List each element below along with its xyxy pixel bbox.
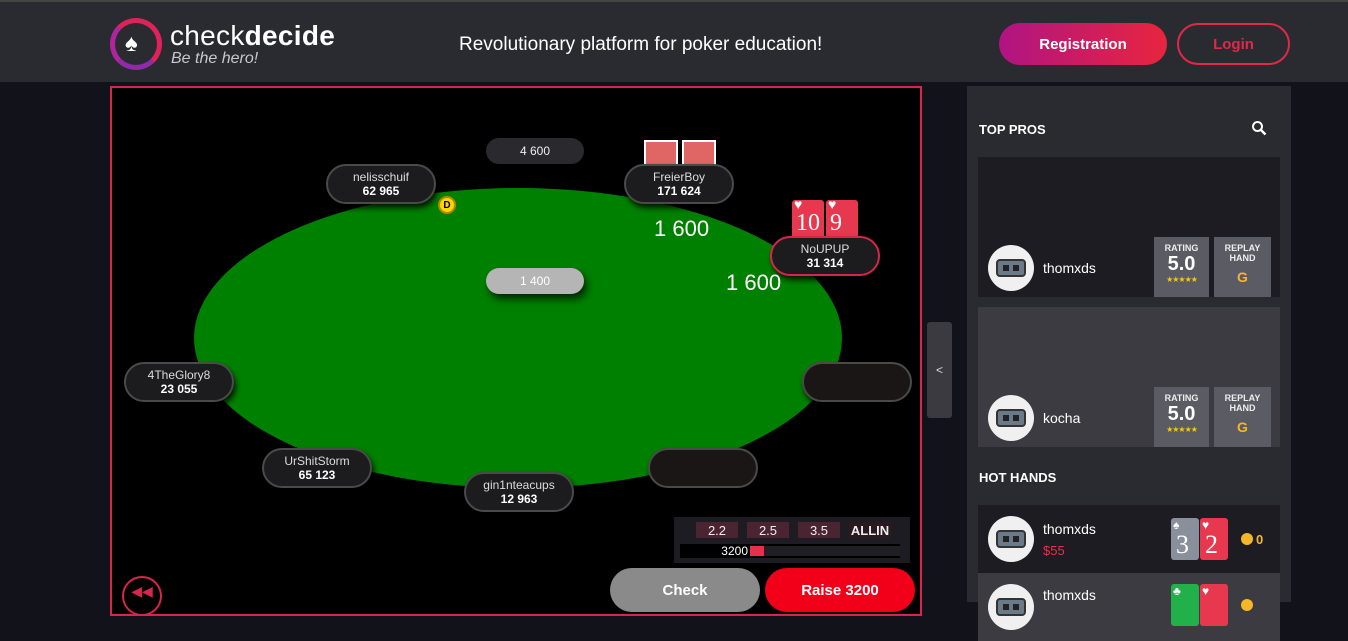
dealer-button: D (438, 196, 456, 214)
pot-top: 4 600 (486, 138, 584, 164)
robot-avatar-icon (996, 530, 1026, 548)
pro-card[interactable]: kocha RATING 5.0 ★★★★★ REPLAY HAND G (978, 307, 1280, 447)
avatar (988, 516, 1034, 562)
raise-button[interactable]: Raise 3200 (765, 568, 915, 612)
raise-slider[interactable]: 3200 (680, 544, 900, 558)
search-icon[interactable] (1251, 120, 1267, 136)
check-button[interactable]: Check (610, 568, 760, 612)
avatar (988, 245, 1034, 291)
pro-name[interactable]: kocha (1043, 410, 1080, 426)
rating-box: RATING 5.0 ★★★★★ (1154, 237, 1209, 297)
seat-empty[interactable] (802, 362, 912, 402)
collapse-sidebar-button[interactable]: < (927, 322, 952, 418)
hot-hands-title: HOT HANDS (979, 470, 1057, 485)
card-icon: ♥ 2 (1200, 518, 1228, 560)
preset-2-5-button[interactable]: 2.5 (747, 522, 789, 538)
robot-avatar-icon (996, 409, 1026, 427)
replay-hand-button[interactable]: REPLAY HAND G (1214, 387, 1271, 447)
slider-value[interactable]: 3200 (680, 544, 750, 558)
seat-noupup[interactable]: NoUPUP 31 314 (770, 236, 880, 276)
headline: Revolutionary platform for poker educati… (459, 34, 823, 55)
hot-hand-row[interactable]: thomxds $55 ♠ 3 ♥ 2 0 (978, 505, 1280, 573)
table-felt (194, 188, 842, 488)
robot-avatar-icon (996, 259, 1026, 277)
hero-card: ♥ 9 (826, 198, 858, 240)
robot-avatar-icon (996, 598, 1026, 616)
seat-4theglory8[interactable]: 4TheGlory8 23 055 (124, 362, 234, 402)
spade-icon: ♠ (125, 30, 138, 57)
pot-center: 1 400 (486, 268, 584, 294)
card-icon: ♠ 3 (1171, 518, 1199, 560)
tagline: Be the hero! (171, 50, 259, 67)
stars-icon: ★★★★★ (1166, 275, 1198, 284)
bet-amount: 1 600 (726, 270, 782, 295)
top-pros-title: TOP PROS (979, 122, 1046, 137)
hot-hand-row[interactable]: thomxds ♣ ♥ (978, 573, 1280, 641)
coin-icon (1241, 533, 1253, 545)
preset-3-5-button[interactable]: 3.5 (798, 522, 840, 538)
preset-2-2-button[interactable]: 2.2 (696, 522, 738, 538)
preset-allin-button[interactable]: ALLIN (849, 522, 891, 538)
card-icon: ♣ (1171, 584, 1199, 626)
bet-amount: 1 600 (654, 216, 710, 241)
brand-name[interactable]: checkdecide (170, 20, 335, 52)
coin-count: 0 (1256, 532, 1264, 547)
rating-box: RATING 5.0 ★★★★★ (1154, 387, 1209, 447)
rewind-icon[interactable]: ◀◀ (122, 576, 162, 616)
login-button[interactable]: Login (1177, 23, 1290, 65)
slider-track[interactable] (764, 546, 900, 556)
avatar (988, 395, 1034, 441)
seat-nelisschuif[interactable]: nelisschuif 62 965 (326, 164, 436, 204)
seat-empty[interactable] (648, 448, 758, 488)
sidebar: TOP PROS thomxds RATING 5.0 ★★★★★ REPLAY… (967, 86, 1291, 641)
stars-icon: ★★★★★ (1166, 425, 1198, 434)
hot-hand-player[interactable]: thomxds (1043, 587, 1096, 603)
top-bar: ♠ checkdecide Be the hero! Revolutionary… (0, 0, 1348, 82)
replay-hand-button[interactable]: REPLAY HAND G (1214, 237, 1271, 297)
checkdecide-logo-icon[interactable]: ♠ (110, 18, 162, 70)
avatar (988, 584, 1034, 630)
coin-icon (1241, 599, 1253, 611)
hot-hand-player[interactable]: thomxds (1043, 521, 1096, 537)
registration-button[interactable]: Registration (999, 23, 1167, 65)
hero-card: ♥ 10 (792, 198, 824, 240)
seat-gin1nteacups[interactable]: gin1nteacups 12 963 (464, 472, 574, 512)
slider-handle[interactable] (750, 546, 764, 556)
card-icon: ♥ (1200, 584, 1228, 626)
seat-freierboy[interactable]: FreierBoy 171 624 (624, 164, 734, 204)
seat-urshitstorm[interactable]: UrShitStorm 65 123 (262, 448, 372, 488)
hot-hand-price: $55 (1043, 543, 1065, 558)
pro-card[interactable]: thomxds RATING 5.0 ★★★★★ REPLAY HAND G (978, 157, 1280, 297)
pro-name[interactable]: thomxds (1043, 260, 1096, 276)
